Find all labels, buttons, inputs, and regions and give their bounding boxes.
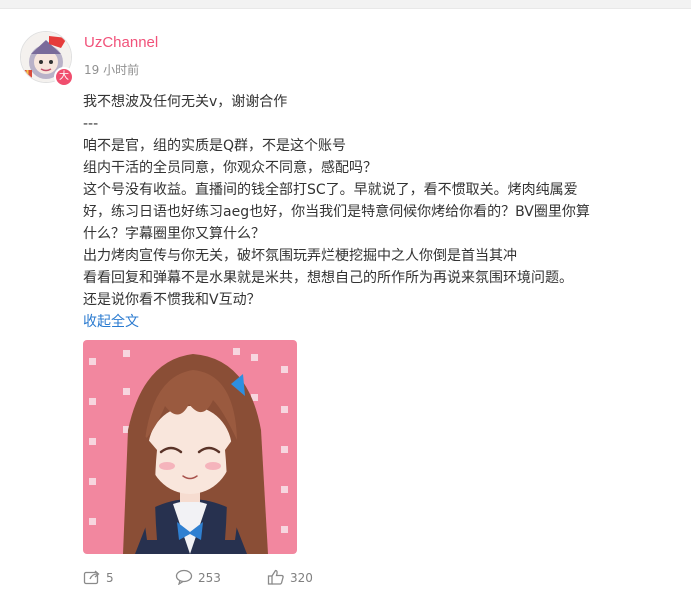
- comment-count: 253: [198, 571, 221, 585]
- collapse-full-text-link[interactable]: 收起全文: [83, 314, 139, 330]
- top-divider: [0, 0, 691, 9]
- comment-icon: [175, 569, 198, 588]
- share-icon: [83, 569, 106, 588]
- content-line: 咱不是官，组的实质是Q群，不是这个账号: [83, 138, 347, 154]
- content-line: 还是说你看不惯我和V互动？: [83, 292, 261, 308]
- verified-badge: 大: [54, 67, 74, 87]
- thumbs-up-icon: [267, 569, 290, 588]
- content-line: ---: [83, 116, 99, 132]
- comment-button[interactable]: 253: [175, 568, 267, 588]
- repost-button[interactable]: 5: [83, 568, 175, 588]
- like-count: 320: [290, 571, 313, 585]
- content-line: 出力烤肉宣传与你无关，破坏氛围玩弄烂梗挖掘中之人你倒是首当其冲: [83, 248, 517, 264]
- post-card: 大 UzChannel 19 小时前 我不想波及任何无关v，谢谢合作 --- 咱…: [0, 9, 691, 597]
- content-line: 好，练习日语也好练习aeg也好，你当我们是特意伺候你烤给你看的？BV圈里你算: [83, 204, 590, 220]
- repost-count: 5: [106, 571, 114, 585]
- post-actions: 5 253 320: [83, 568, 359, 588]
- post-content: 我不想波及任何无关v，谢谢合作 --- 咱不是官，组的实质是Q群，不是这个账号 …: [83, 91, 623, 333]
- content-line: 什么？字幕圈里你又算什么？: [83, 226, 265, 242]
- content-line: 组内干活的全员同意，你观众不同意，感配吗？: [83, 160, 377, 176]
- like-button[interactable]: 320: [267, 568, 359, 588]
- content-line: 我不想波及任何无关v，谢谢合作: [83, 94, 288, 110]
- post-time[interactable]: 19 小时前: [84, 61, 139, 78]
- content-line: 看看回复和弹幕不是水果就是米共，想想自己的所作所为再说来氛围环境问题。: [83, 270, 573, 286]
- post-image[interactable]: [83, 340, 297, 554]
- author-name[interactable]: UzChannel: [84, 34, 158, 51]
- content-line: 这个号没有收益。直播间的钱全部打SC了。早就说了，看不惯取关。烤肉纯属爱: [83, 182, 578, 198]
- avatar[interactable]: 大: [18, 29, 74, 87]
